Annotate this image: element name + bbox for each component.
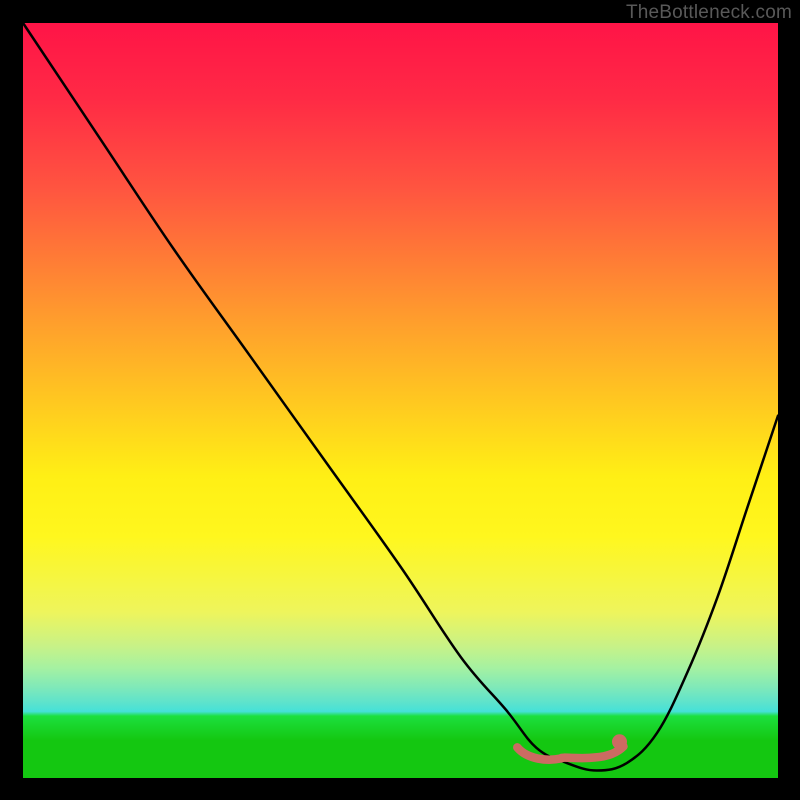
- chart-gradient-background: [23, 23, 778, 778]
- attribution-watermark: TheBottleneck.com: [626, 2, 792, 24]
- bottleneck-chart: TheBottleneck.com: [0, 0, 800, 800]
